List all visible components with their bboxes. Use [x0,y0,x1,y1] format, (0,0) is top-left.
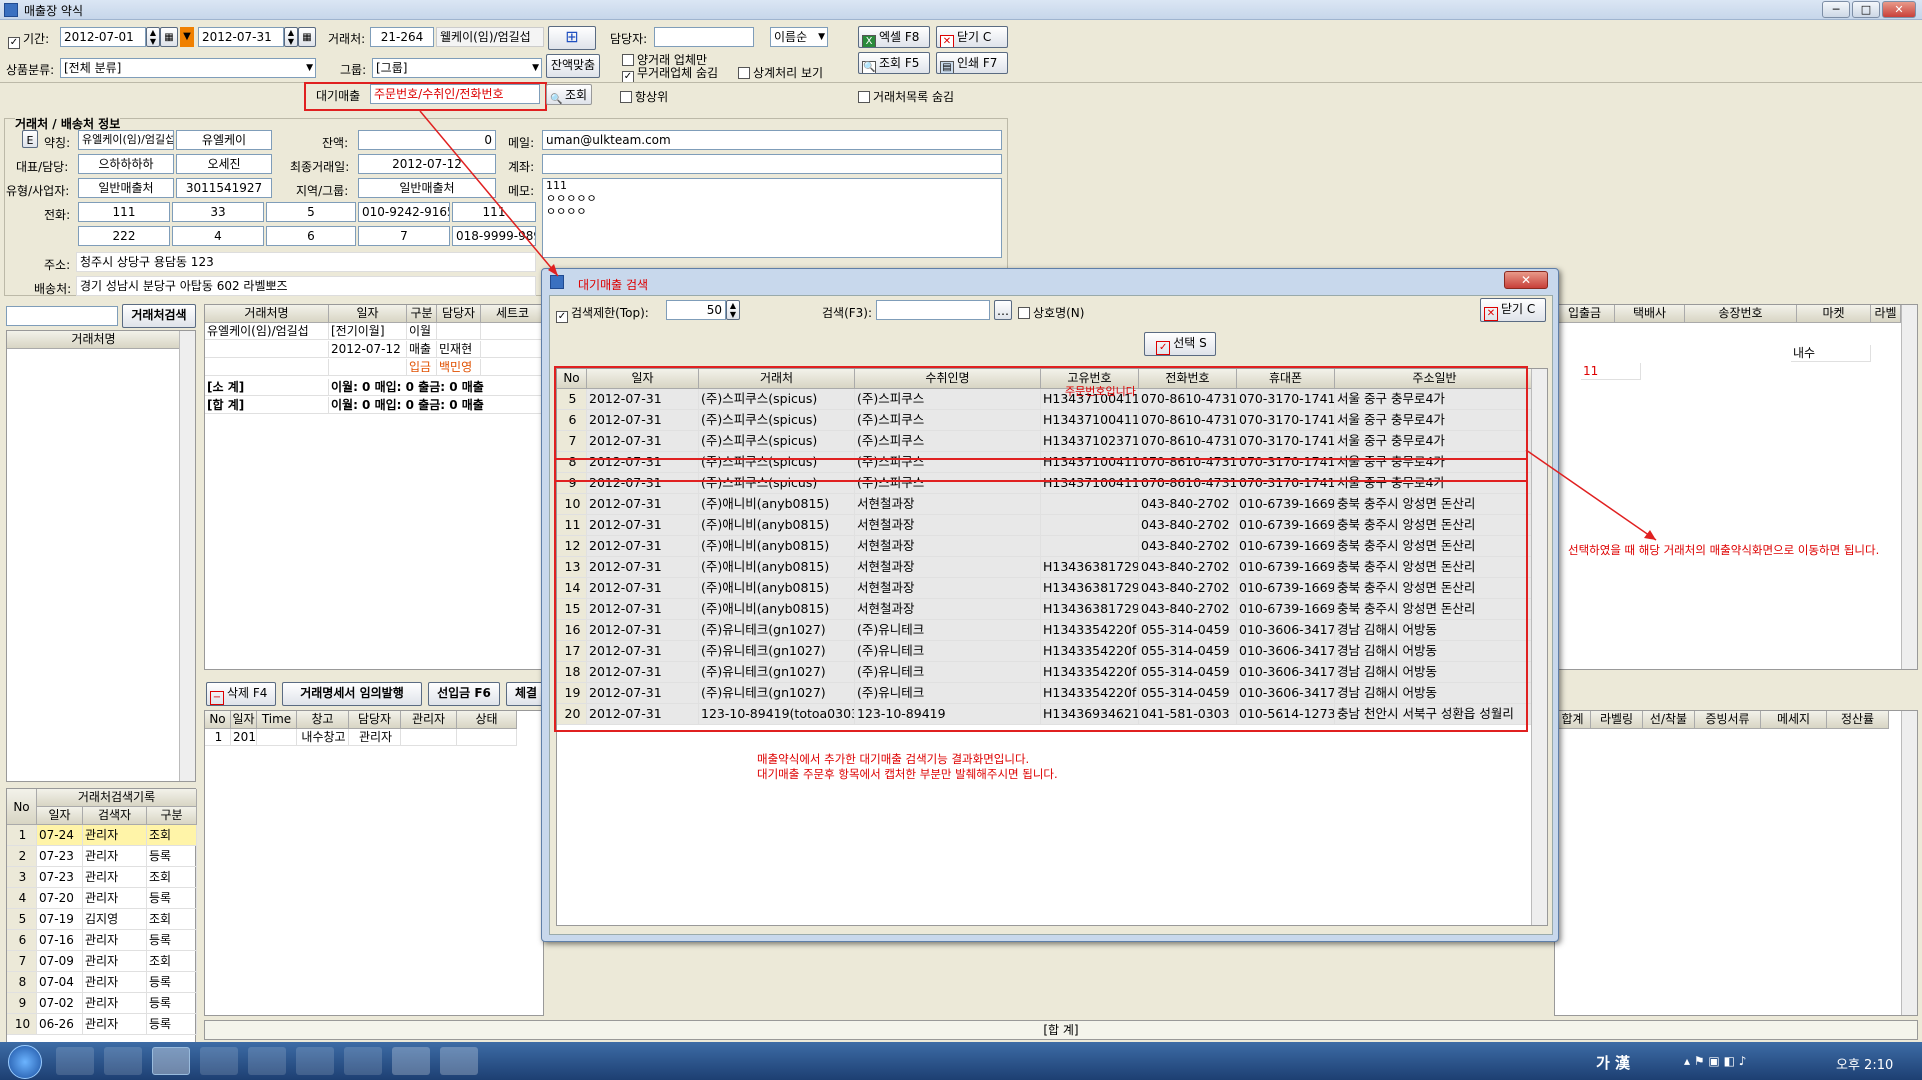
annotation-arrows [419,110,1657,541]
tray-icons[interactable]: ▴ ⚑ ▣ ◧ ♪ [1684,1054,1746,1068]
messenger-icon[interactable] [296,1047,334,1075]
explorer-icon[interactable] [392,1047,430,1075]
start-button-icon[interactable] [8,1045,42,1079]
chrome-icon[interactable] [344,1047,382,1075]
taskbar: 가 漢 ▴ ⚑ ▣ ◧ ♪ 오후 2:10 [0,1042,1922,1080]
app-taskbar-icon[interactable] [152,1047,190,1075]
annotation-right: 선택하였을 때 해당 거래처의 매출약식화면으로 이동하면 됩니다. [1568,543,1880,557]
folder-icon[interactable] [104,1047,142,1075]
ime-indicator[interactable]: 가 漢 [1596,1052,1630,1073]
photoshop-icon[interactable] [440,1047,478,1075]
clock: 오후 2:10 [1836,1058,1894,1073]
ie-icon[interactable] [56,1047,94,1075]
calculator-icon[interactable] [200,1047,238,1075]
chat-icon[interactable] [248,1047,286,1075]
main-window: 매출장 약식 ─ □ ✕ ✓ 기간: 2012-07-01 ▲ ▼ ▦ ▼ 2012… [0,0,1922,1042]
